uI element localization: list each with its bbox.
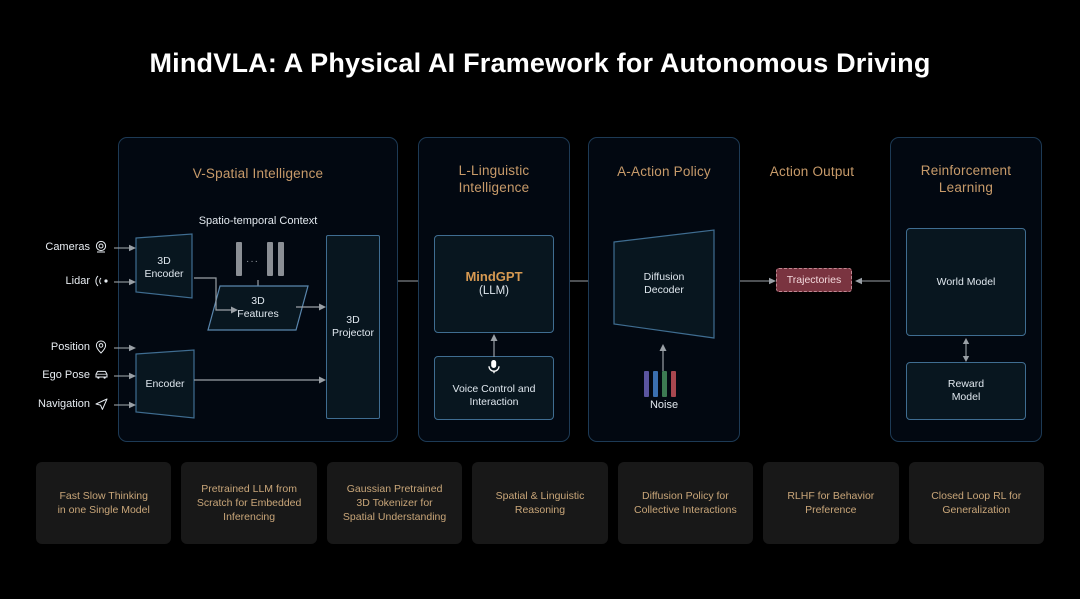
token-ellipsis: ··· <box>246 256 259 267</box>
microphone-icon <box>487 359 501 378</box>
caption-card[interactable]: Pretrained LLM from Scratch for Embedded… <box>181 462 317 544</box>
caption-card[interactable]: Spatial & Linguistic Reasoning <box>472 462 608 544</box>
node-mindgpt-name: MindGPT <box>465 269 523 284</box>
token-bar-3 <box>278 242 284 276</box>
caption-card[interactable]: Gaussian Pretrained 3D Tokenizer for Spa… <box>326 462 463 544</box>
token-bar-2 <box>267 242 273 276</box>
node-reward-model-line1: Reward <box>947 378 985 390</box>
chip-trajectories-label: Trajectories <box>786 274 842 286</box>
caption-card[interactable]: RLHF for Behavior Preference <box>763 462 899 544</box>
location-pin-icon <box>94 340 108 354</box>
caption-card[interactable]: Fast Slow Thinking in one Single Model <box>36 462 172 544</box>
caption-card-line3: Spatial Understanding <box>342 511 447 523</box>
node-diffusion-decoder-line2: Decoder <box>644 284 684 296</box>
caption-card-line2: Reasoning <box>514 504 566 516</box>
noise-bar-3 <box>662 371 667 397</box>
noise-bar-2 <box>653 371 658 397</box>
input-label-ego-pose: Ego Pose <box>42 369 90 381</box>
node-encoder-label: Encoder <box>145 378 185 390</box>
noise-bar-1 <box>644 371 649 397</box>
page-title: MindVLA: A Physical AI Framework for Aut… <box>149 48 931 78</box>
caption-card-line1: Diffusion Policy for <box>642 490 729 502</box>
node-voice-control-line1: Voice Control and <box>452 383 536 395</box>
node-encoder[interactable]: Encoder <box>134 348 196 420</box>
label-spatio-temporal-context: Spatio-temporal Context <box>198 215 318 227</box>
caption-card-line2: 3D Tokenizer for <box>356 497 433 509</box>
node-mindgpt-sub: (LLM) <box>478 285 510 297</box>
node-mindgpt[interactable]: MindGPT (LLM) <box>434 235 554 333</box>
node-world-model-label: World Model <box>936 275 996 288</box>
lidar-icon <box>94 274 108 288</box>
node-3d-features-line2: Features <box>237 308 279 320</box>
node-voice-control[interactable]: Voice Control and Interaction <box>434 356 554 420</box>
node-3d-encoder[interactable]: 3D Encoder <box>134 232 194 300</box>
section-title-linguistic-line2: Intelligence <box>458 180 530 195</box>
node-3d-encoder-line2: Encoder <box>144 268 184 280</box>
caption-card-line1: Pretrained LLM from <box>201 483 297 495</box>
section-title-action-output: Action Output <box>769 164 855 179</box>
chip-trajectories[interactable]: Trajectories <box>776 268 852 292</box>
caption-card-line1: Spatial & Linguistic <box>495 490 585 502</box>
token-bar-1 <box>236 242 242 276</box>
caption-card-line1: Fast Slow Thinking <box>59 490 148 502</box>
node-voice-control-line2: Interaction <box>469 396 519 408</box>
input-label-lidar: Lidar <box>65 275 90 287</box>
section-title-rl-line2: Learning <box>938 180 994 195</box>
label-noise: Noise <box>649 399 679 411</box>
input-label-cameras: Cameras <box>45 241 90 253</box>
node-diffusion-decoder[interactable]: Diffusion Decoder <box>610 228 718 340</box>
noise-bar-4 <box>671 371 676 397</box>
caption-card-line2: Preference <box>805 504 857 516</box>
node-3d-projector[interactable]: 3D Projector <box>326 235 380 419</box>
input-label-position: Position <box>50 341 90 353</box>
caption-card-line2: in one Single Model <box>57 504 150 516</box>
caption-card-line2: Scratch for Embedded <box>196 497 302 509</box>
node-3d-features[interactable]: 3D Features <box>206 284 310 332</box>
caption-card-line2: Generalization <box>942 504 1011 516</box>
car-icon <box>94 368 108 382</box>
caption-card[interactable]: Closed Loop RL for Generalization <box>908 462 1044 544</box>
caption-card[interactable]: Diffusion Policy for Collective Interact… <box>617 462 754 544</box>
caption-card-line1: Closed Loop RL for <box>931 490 1022 502</box>
caption-card-line2: Collective Interactions <box>634 504 737 516</box>
node-diffusion-decoder-line1: Diffusion <box>643 271 685 283</box>
caption-card-line1: RLHF for Behavior <box>787 490 875 502</box>
node-3d-features-line1: 3D <box>251 295 265 307</box>
camera-icon <box>94 240 108 254</box>
node-3d-projector-line2: Projector <box>331 327 374 339</box>
node-reward-model[interactable]: Reward Model <box>906 362 1026 420</box>
node-3d-encoder-line1: 3D <box>157 255 171 267</box>
caption-card-line1: Gaussian Pretrained <box>346 483 443 495</box>
caption-card-list: Fast Slow Thinking in one Single Model P… <box>36 462 1044 544</box>
node-reward-model-line2: Model <box>951 391 981 403</box>
navigation-arrow-icon <box>94 397 108 411</box>
caption-card-line3: Inferencing <box>223 511 276 523</box>
node-3d-projector-line1: 3D <box>346 314 360 326</box>
section-title-rl-line1: Reinforcement <box>920 163 1012 178</box>
slide-root: MindVLA: A Physical AI Framework for Aut… <box>0 0 1080 599</box>
section-title-spatial: V-Spatial Intelligence <box>192 166 324 181</box>
section-title-linguistic-line1: L-Linguistic <box>458 163 530 178</box>
input-label-navigation: Navigation <box>38 398 90 410</box>
node-world-model[interactable]: World Model <box>906 228 1026 336</box>
section-title-action: A-Action Policy <box>617 164 711 179</box>
